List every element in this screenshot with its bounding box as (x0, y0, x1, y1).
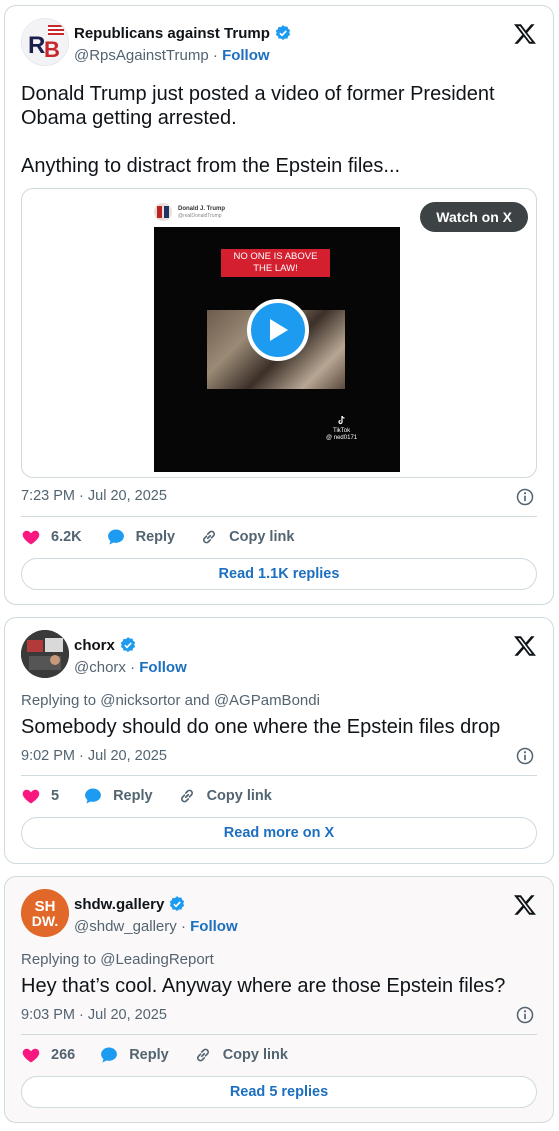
speech-bubble-icon (85, 788, 101, 804)
x-logo-icon[interactable] (513, 634, 537, 658)
read-replies-button[interactable]: Read 5 replies (21, 1076, 537, 1108)
watch-on-x-button[interactable]: Watch on X (420, 202, 528, 232)
info-icon[interactable] (515, 746, 535, 766)
timestamp[interactable]: 7:23 PM · Jul 20, 2025 (21, 488, 537, 504)
embed-name: Donald J. Trump (178, 205, 226, 212)
heart-icon (22, 1048, 40, 1063)
copy-link-label: Copy link (222, 1047, 288, 1063)
speech-bubble-icon (107, 529, 124, 545)
display-name[interactable]: Republicans against Trump (74, 25, 270, 42)
handle-row: @RpsAgainstTrump · Follow (74, 47, 270, 64)
tiktok-label: TikTok (333, 428, 351, 434)
verified-badge-icon (170, 896, 185, 911)
link-icon (203, 530, 216, 544)
replying-to[interactable]: Replying to @LeadingReport (21, 951, 214, 968)
reply-button[interactable]: Reply (83, 786, 153, 806)
avatar[interactable] (21, 630, 69, 678)
verified-badge-icon (275, 25, 290, 40)
heart-icon (22, 530, 40, 545)
info-icon[interactable] (515, 1005, 535, 1025)
handle[interactable]: @shdw_gallery (74, 918, 177, 935)
play-icon (270, 319, 288, 341)
copy-link-button[interactable]: Copy link (177, 786, 272, 806)
action-bar: 5 Reply Copy link (21, 786, 537, 806)
copy-link-label: Copy link (229, 529, 295, 545)
like-count: 5 (51, 788, 60, 804)
tweet-card-2[interactable]: chorx @chorx · Follow Replying to @nicks… (4, 617, 554, 864)
replying-to[interactable]: Replying to @nicksortor and @AGPamBondi (21, 692, 320, 709)
follow-button[interactable]: Follow (190, 918, 238, 935)
copy-link-button[interactable]: Copy link (199, 527, 294, 547)
play-button[interactable] (247, 299, 309, 361)
author-name-row: Republicans against Trump (74, 24, 292, 42)
embed-handle: @realDonaldTrump (178, 212, 222, 219)
handle-row: @chorx · Follow (74, 659, 187, 676)
action-bar: 266 Reply Copy link (21, 1045, 537, 1065)
avatar[interactable]: R B (21, 18, 69, 66)
link-icon (196, 1048, 209, 1062)
tweet-card-1[interactable]: R B Republicans against Trump @RpsAgains… (4, 5, 554, 605)
tiktok-watermark: TikTok @ ned0171 (326, 415, 357, 442)
tweet-card-3[interactable]: SH DW. shdw.gallery @shdw_gallery · Foll… (4, 876, 554, 1123)
link-icon (180, 789, 193, 803)
x-logo-icon[interactable] (513, 22, 537, 46)
separator: · (212, 47, 218, 64)
speech-bubble-icon (101, 1047, 118, 1063)
divider (21, 516, 537, 517)
read-replies-button[interactable]: Read 1.1K replies (21, 558, 537, 590)
reply-label: Reply (129, 1047, 169, 1063)
divider (21, 775, 537, 776)
action-bar: 6.2K Reply Copy link (21, 527, 537, 547)
like-count: 6.2K (51, 529, 82, 545)
tweet-text: Hey that’s cool. Anyway where are those … (21, 975, 506, 997)
timestamp[interactable]: 9:03 PM · Jul 20, 2025 (21, 1007, 537, 1023)
divider (21, 1034, 537, 1035)
like-button[interactable]: 266 (21, 1045, 75, 1065)
display-name[interactable]: shdw.gallery (74, 896, 164, 913)
embed-header: Donald J. Trump @realDonaldTrump (154, 203, 225, 221)
like-button[interactable]: 5 (21, 786, 59, 806)
tweet-text: Donald Trump just posted a video of form… (21, 83, 495, 177)
timestamp[interactable]: 9:02 PM · Jul 20, 2025 (21, 748, 537, 764)
copy-link-label: Copy link (206, 788, 272, 804)
author-name-row: shdw.gallery (74, 895, 186, 913)
svg-text:DW.: DW. (32, 913, 58, 929)
shdw-logo-icon: SH DW. (21, 889, 69, 937)
tiktok-icon (338, 415, 345, 425)
display-name[interactable]: chorx (74, 637, 115, 654)
svg-text:R: R (28, 32, 45, 59)
handle[interactable]: @RpsAgainstTrump (74, 47, 209, 64)
video-caption: NO ONE IS ABOVE THE LAW! (221, 249, 330, 277)
svg-text:B: B (44, 37, 60, 62)
avatar[interactable]: SH DW. (21, 889, 69, 937)
x-logo-icon[interactable] (513, 893, 537, 917)
copy-link-button[interactable]: Copy link (193, 1045, 288, 1065)
like-count: 266 (51, 1047, 76, 1063)
follow-button[interactable]: Follow (139, 659, 187, 676)
handle-row: @shdw_gallery · Follow (74, 918, 238, 935)
separator: · (130, 659, 136, 676)
avatar-photo (21, 630, 69, 678)
handle[interactable]: @chorx (74, 659, 126, 676)
like-button[interactable]: 6.2K (21, 527, 82, 547)
rb-logo-icon: R B (22, 19, 68, 65)
separator: · (180, 918, 186, 935)
reply-label: Reply (135, 529, 176, 545)
heart-icon (22, 789, 40, 804)
read-more-button[interactable]: Read more on X (21, 817, 537, 849)
tiktok-handle: @ ned0171 (326, 435, 358, 441)
reply-button[interactable]: Reply (106, 527, 176, 547)
reply-label: Reply (113, 788, 153, 804)
info-icon[interactable] (515, 487, 535, 507)
video-player[interactable]: NO ONE IS ABOVE THE LAW! TikTok @ ned017… (154, 227, 400, 472)
tweet-text: Somebody should do one where the Epstein… (21, 716, 501, 738)
embedded-video[interactable]: Donald J. Trump @realDonaldTrump NO ONE … (21, 188, 537, 478)
author-name-row: chorx (74, 636, 137, 654)
follow-button[interactable]: Follow (222, 47, 270, 64)
reply-button[interactable]: Reply (99, 1045, 169, 1065)
verified-badge-icon (120, 637, 135, 652)
embed-avatar (154, 203, 172, 221)
